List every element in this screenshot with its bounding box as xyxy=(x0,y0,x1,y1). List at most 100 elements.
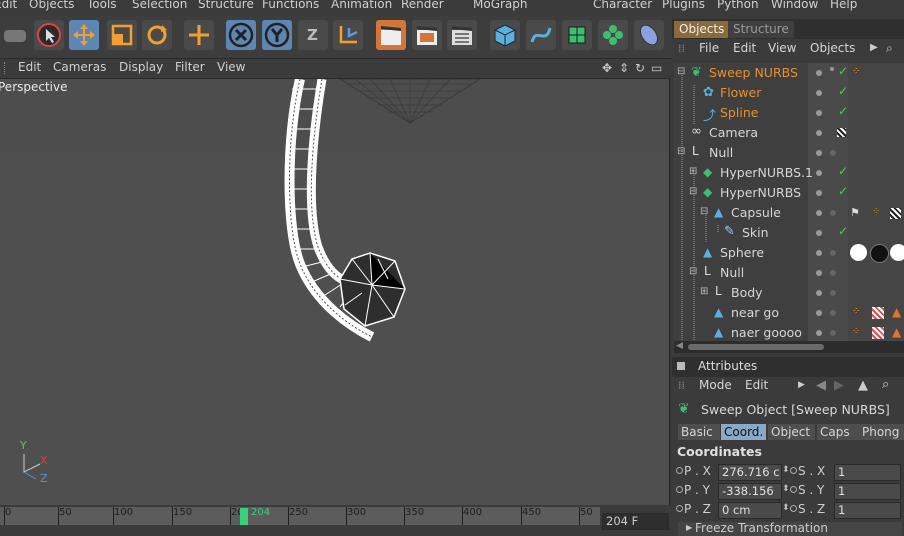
menu-plugins[interactable]: Plugins xyxy=(662,0,705,11)
menu-mograph[interactable]: MoGraph xyxy=(473,0,528,11)
subdivision-surface-icon[interactable] xyxy=(562,20,592,50)
collapse-icon[interactable]: ⊟ xyxy=(689,266,697,277)
list-item[interactable]: ⊞ L Body xyxy=(674,283,904,303)
x-axis-icon[interactable] xyxy=(226,20,256,50)
tab-object[interactable]: Object xyxy=(768,424,815,440)
list-item[interactable]: ⊟ ◆ HyperNURBS ✓ xyxy=(674,183,904,203)
forward-arrow-icon[interactable]: ▶ xyxy=(834,378,844,393)
tag-icon[interactable]: ⁘ xyxy=(872,206,880,217)
add-object-icon[interactable] xyxy=(184,20,214,50)
position-y-field[interactable]: -338.156 xyxy=(718,483,782,500)
list-item[interactable]: ⊟ ❦ Sweep NURBS ✓ ⁘ xyxy=(674,63,904,83)
viewport-menu-cameras[interactable]: Cameras xyxy=(53,60,106,74)
stepper-icon[interactable]: ⬍ xyxy=(782,503,790,513)
back-arrow-icon[interactable]: ◀ xyxy=(816,378,826,393)
object-list[interactable]: ⊟ ❦ Sweep NURBS ✓ ⁘ ✿ Flower ✓ ⤴ Spline … xyxy=(674,63,904,341)
menu-structure[interactable]: Structure xyxy=(198,0,254,11)
orbit-icon[interactable]: ↻ xyxy=(635,61,645,75)
scroll-left-icon[interactable]: ◀ xyxy=(676,341,683,351)
undo-icon[interactable] xyxy=(0,20,30,50)
object-menu-objects[interactable]: Objects xyxy=(810,41,855,55)
position-z-field[interactable]: 0 cm xyxy=(718,502,782,519)
stepper-icon[interactable]: ⬍ xyxy=(782,484,790,494)
expand-icon[interactable]: ⊞ xyxy=(700,286,708,297)
scrollbar-thumb[interactable] xyxy=(688,344,824,350)
tab-basic[interactable]: Basic xyxy=(678,424,720,440)
keyframe-icon[interactable] xyxy=(676,486,683,493)
texture-tag-icon[interactable] xyxy=(890,208,901,219)
world-coordinates-icon[interactable] xyxy=(333,20,363,50)
collapse-icon[interactable]: ⊟ xyxy=(689,186,697,197)
attributes-menu-edit[interactable]: Edit xyxy=(745,378,768,392)
array-icon[interactable] xyxy=(598,20,628,50)
expand-icon[interactable]: ⊞ xyxy=(689,166,697,177)
scale-y-field[interactable]: 1 xyxy=(834,483,901,500)
material-tag-icon[interactable]: ▲ xyxy=(892,305,901,319)
menu-character[interactable]: Character xyxy=(593,0,652,11)
viewport-menu-edit[interactable]: Edit xyxy=(18,60,41,74)
material-tag-icon[interactable] xyxy=(890,244,904,261)
tag-icon[interactable]: ⁘ xyxy=(852,306,860,317)
rotate-icon[interactable] xyxy=(142,20,172,50)
menu-window[interactable]: Window xyxy=(771,0,818,11)
menu-python[interactable]: Python xyxy=(717,0,759,11)
material-tag-icon[interactable]: ▲ xyxy=(892,325,901,339)
list-item[interactable]: ⊟ ▲ Capsule ⚑ ⁘ xyxy=(674,203,904,223)
list-item[interactable]: ✎ Skin ✓ xyxy=(674,223,904,243)
menu-tools[interactable]: Tools xyxy=(87,0,117,11)
keyframe-icon[interactable] xyxy=(676,505,683,512)
maximize-view-icon[interactable]: ▭ xyxy=(651,61,662,75)
viewport-menu-display[interactable]: Display xyxy=(119,60,163,74)
list-item[interactable]: ⊞ ◆ HyperNURBS.1 ✓ xyxy=(674,163,904,183)
object-menu-file[interactable]: File xyxy=(699,41,719,55)
keyframe-icon[interactable] xyxy=(790,467,797,474)
object-list-scrollbar[interactable]: ◀ xyxy=(674,341,904,353)
list-item[interactable]: ▲ near go ⁘ ▲ xyxy=(674,303,904,323)
position-x-field[interactable]: 276.716 c xyxy=(718,464,782,481)
tag-icon[interactable]: ⁘ xyxy=(852,66,860,77)
object-menu-edit[interactable]: Edit xyxy=(733,41,756,55)
tab-coord[interactable]: Coord. xyxy=(721,424,766,440)
material-tag-icon[interactable]: ⚑ xyxy=(850,206,860,219)
attributes-menu-mode[interactable]: Mode xyxy=(699,378,732,392)
material-tag-icon[interactable] xyxy=(850,244,867,261)
menu-selection[interactable]: Selection xyxy=(132,0,187,11)
menu-edit[interactable]: Edit xyxy=(0,0,17,11)
tab-structure[interactable]: Structure xyxy=(728,21,794,38)
more-arrow-icon[interactable]: ▶ xyxy=(870,42,878,53)
timeline-ruler[interactable]: 0 50 100 150 20 250 300 350 400 450 50 2… xyxy=(0,507,600,525)
list-item[interactable]: ∞ Camera xyxy=(674,123,904,143)
move-icon[interactable] xyxy=(69,20,99,50)
list-item[interactable]: ⤴ Spline ✓ xyxy=(674,103,904,124)
camera-tag-icon[interactable] xyxy=(837,128,846,137)
current-frame-field[interactable]: 204 F xyxy=(602,513,669,530)
playhead[interactable] xyxy=(240,508,248,525)
menu-render[interactable]: Render xyxy=(401,0,444,11)
list-item[interactable]: ▲ naer goooo ⁘ ▲ xyxy=(674,323,904,341)
tab-phong[interactable]: Phong xyxy=(859,424,904,440)
more-arrow-icon[interactable]: ▶ xyxy=(798,380,805,390)
tab-caps[interactable]: Caps xyxy=(817,424,861,440)
spline-pen-icon[interactable] xyxy=(526,20,556,50)
dolly-icon[interactable]: ⇕ xyxy=(619,61,629,75)
texture-tag-icon[interactable] xyxy=(872,307,884,319)
deformer-icon[interactable] xyxy=(634,20,664,50)
enabled-check-icon[interactable]: ✓ xyxy=(838,224,848,238)
material-tag-icon[interactable] xyxy=(870,244,889,263)
viewport-menu-view[interactable]: View xyxy=(217,60,245,74)
enabled-check-icon[interactable]: ✓ xyxy=(838,164,848,178)
viewport-perspective[interactable]: Perspective Y X Z xyxy=(0,79,670,505)
scale-x-field[interactable]: 1 xyxy=(834,464,901,481)
enabled-check-icon[interactable]: ✓ xyxy=(838,84,848,98)
object-menu-view[interactable]: View xyxy=(768,41,796,55)
viewport-menu-filter[interactable]: Filter xyxy=(175,60,205,74)
stepper-icon[interactable]: ⬍ xyxy=(782,465,790,475)
up-arrow-icon[interactable]: ▲ xyxy=(858,378,868,393)
keyframe-icon[interactable] xyxy=(790,505,797,512)
list-item[interactable]: ⊟ L Null xyxy=(674,143,904,163)
menu-help[interactable]: Help xyxy=(830,0,857,11)
live-selection-icon[interactable] xyxy=(34,20,64,50)
keyframe-icon[interactable] xyxy=(676,467,683,474)
tag-icon[interactable]: ⁘ xyxy=(852,326,860,337)
keyframe-icon[interactable] xyxy=(790,486,797,493)
